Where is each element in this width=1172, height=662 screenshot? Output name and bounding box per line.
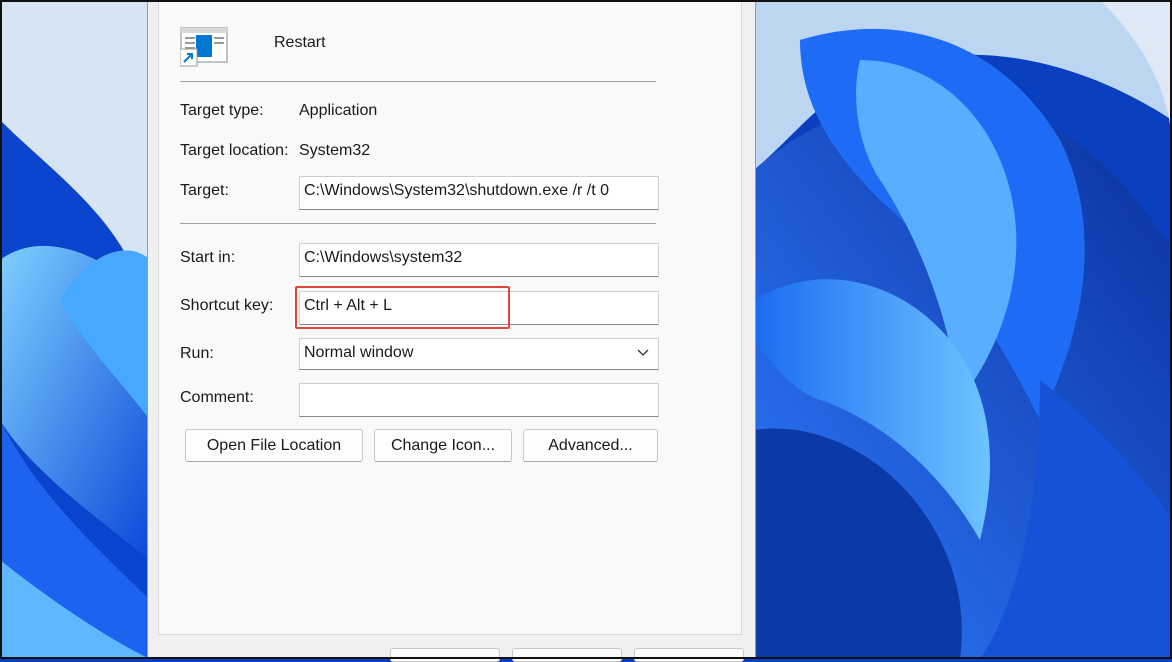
run-select[interactable]: Normal window: [299, 338, 659, 370]
comment-field[interactable]: [299, 383, 659, 417]
target-label: Target:: [180, 182, 229, 199]
shortcut-name[interactable]: Restart: [274, 34, 326, 52]
target-type-value: Application: [299, 102, 378, 119]
advanced-button[interactable]: Advanced...: [523, 429, 658, 462]
change-icon-button[interactable]: Change Icon...: [374, 429, 512, 462]
shortcut-app-icon: [179, 27, 228, 67]
run-select-value: Normal window: [304, 344, 414, 361]
comment-label: Comment:: [180, 389, 254, 406]
target-field[interactable]: C:\Windows\System32\shutdown.exe /r /t 0: [299, 176, 659, 210]
shortcut-key-label: Shortcut key:: [180, 297, 274, 314]
start-in-label: Start in:: [180, 249, 236, 266]
ok-button[interactable]: [390, 648, 500, 662]
cancel-button[interactable]: [512, 648, 622, 662]
target-location-label: Target location:: [180, 142, 289, 159]
divider: [180, 223, 656, 224]
start-in-field[interactable]: C:\Windows\system32: [299, 243, 659, 277]
shortcut-key-field[interactable]: Ctrl + Alt + L: [299, 291, 659, 325]
run-label: Run:: [180, 345, 214, 362]
chevron-down-icon: [636, 346, 650, 365]
divider: [180, 81, 656, 82]
target-type-label: Target type:: [180, 102, 264, 119]
open-file-location-button[interactable]: Open File Location: [185, 429, 363, 462]
apply-button[interactable]: [634, 648, 744, 662]
target-location-value: System32: [299, 142, 371, 159]
